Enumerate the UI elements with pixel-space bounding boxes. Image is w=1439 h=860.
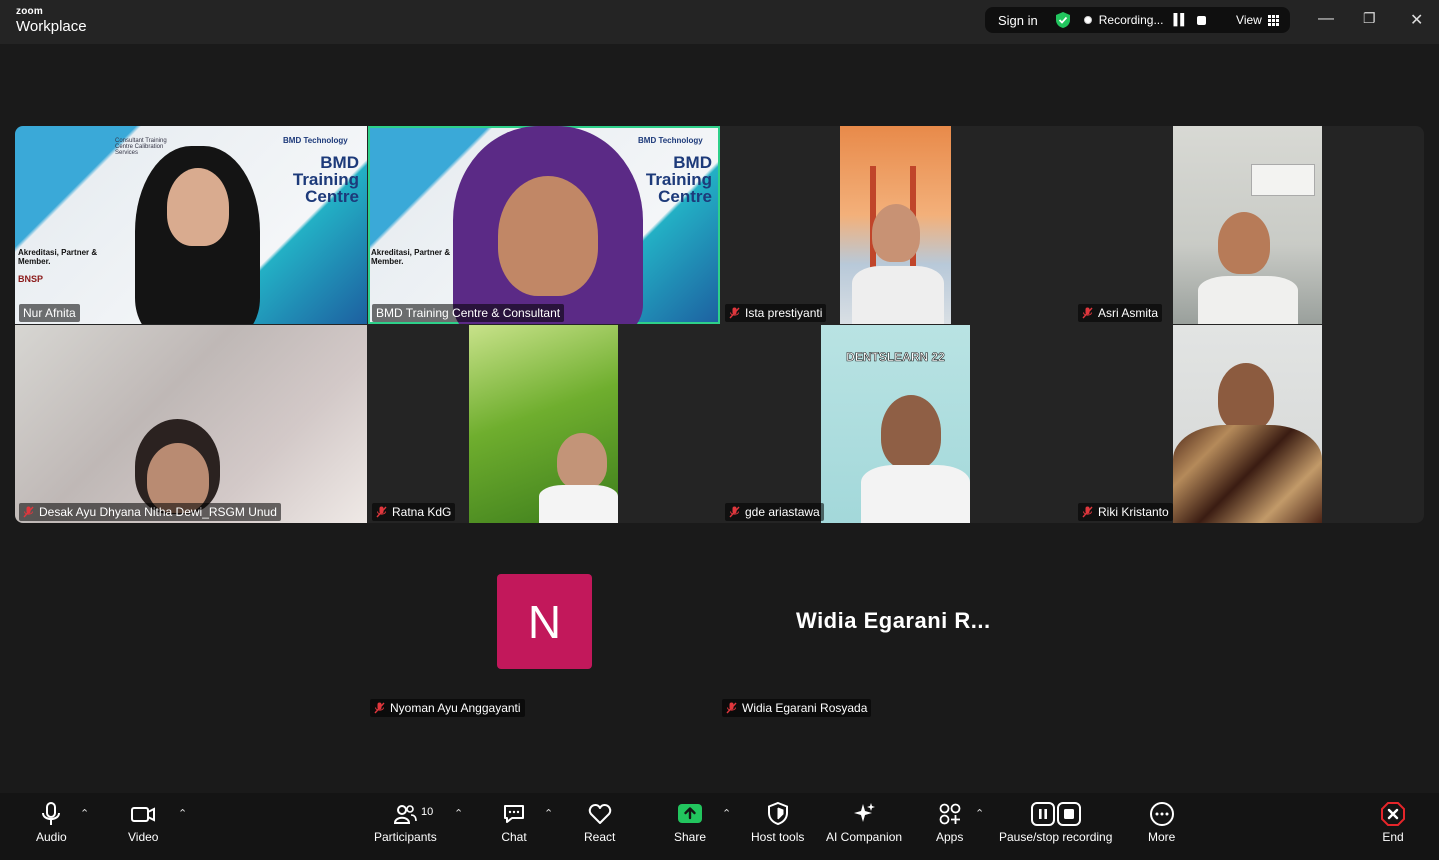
video-gallery: Consultant Training Centre Calibration S… [15, 126, 1424, 523]
participant-name-label: Riki Kristanto [1078, 503, 1173, 521]
participant-name-label: Widia Egarani Rosyada [722, 699, 872, 717]
host-tools-shield-icon [767, 801, 788, 826]
bmd-title-1: BMD [673, 153, 712, 172]
app-logo: zoom Workplace [16, 6, 87, 35]
minimize-icon[interactable]: — [1318, 10, 1334, 28]
face-shape [498, 176, 598, 296]
participant-name-label: Nyoman Ayu Anggayanti [370, 699, 525, 717]
participant-tile-riki-kristanto[interactable]: Riki Kristanto [1074, 325, 1424, 523]
muted-mic-icon [23, 506, 34, 518]
recording-dot-icon [1083, 16, 1092, 24]
encryption-shield-icon[interactable] [1054, 11, 1072, 29]
muted-mic-icon [1082, 307, 1093, 319]
muted-mic-icon [729, 307, 740, 319]
participant-name-label: gde ariastawa [725, 503, 824, 521]
muted-mic-icon [374, 702, 385, 714]
chat-button[interactable]: Chat [501, 801, 527, 844]
bmd-title-3: Centre [305, 187, 359, 206]
participant-name-label: Ratna KdG [372, 503, 456, 521]
participant-tile-bmd-training-centre[interactable]: BMD Technology BMD Training Centre Akred… [368, 126, 720, 324]
participants-icon [394, 805, 418, 824]
participant-name-label: Desak Ayu Dhyana Nitha Dewi_RSGM Unud [19, 503, 281, 521]
apps-icon [939, 803, 961, 825]
bmd-accred-text: Akreditasi, Partner & Member. [371, 248, 451, 266]
ai-companion-button[interactable]: AI Companion [826, 801, 902, 844]
bmd-title: BMD Training Centre [293, 154, 359, 205]
restore-icon[interactable]: ❐ [1363, 10, 1376, 27]
grid-view-icon[interactable] [1267, 14, 1279, 26]
apps-button[interactable]: Apps [936, 801, 963, 844]
participant-video [1173, 126, 1322, 324]
sign-in-button[interactable]: Sign in [998, 13, 1038, 28]
muted-mic-icon [726, 702, 737, 714]
bmd-bnsp-text: BNSP [18, 274, 44, 284]
meeting-toolbar: Audio ⌃ Video ⌃ Participants ⌃ Chat ⌃ Re… [0, 793, 1439, 860]
end-meeting-button[interactable]: End [1380, 801, 1406, 844]
participant-video [469, 325, 618, 523]
muted-mic-icon [1082, 506, 1093, 518]
participants-options-chevron-icon[interactable]: ⌃ [454, 807, 463, 820]
chat-icon [504, 805, 524, 823]
close-icon[interactable]: ✕ [1410, 10, 1423, 30]
chat-options-chevron-icon[interactable]: ⌃ [544, 807, 553, 820]
participant-tile-gde-ariastawa[interactable]: DENTSLEARN 22 gde ariastawa [721, 325, 1073, 523]
more-button[interactable]: More [1148, 801, 1175, 844]
face-shape [167, 168, 229, 246]
more-options-icon [1149, 802, 1174, 826]
title-bar: zoom Workplace Sign in Recording... ▌▌ V… [0, 0, 1439, 44]
bmd-title-3: Centre [658, 187, 712, 206]
bmd-tech-text: BMD Technology [638, 136, 703, 145]
video-button[interactable]: Video [128, 801, 158, 844]
bmd-tech-text: BMD Technology [283, 136, 348, 145]
participant-name-label: Asri Asmita [1078, 304, 1163, 322]
participant-avatar[interactable]: N [497, 574, 592, 669]
participant-video [840, 126, 951, 324]
participant-display-name[interactable]: Widia Egarani R... [796, 608, 991, 634]
end-call-icon [1381, 802, 1405, 826]
ai-sparkle-icon [854, 803, 876, 822]
host-tools-button[interactable]: Host tools [751, 801, 804, 844]
react-button[interactable]: React [584, 801, 615, 844]
participant-name-label: BMD Training Centre & Consultant [372, 304, 565, 322]
bmd-title: BMD Training Centre [646, 154, 712, 205]
microphone-icon [42, 802, 61, 825]
bmd-title-2: Training [645, 170, 712, 189]
meeting-controls-bar: Sign in Recording... ▌▌ View [985, 7, 1290, 33]
participants-count: 10 [421, 806, 434, 818]
share-options-chevron-icon[interactable]: ⌃ [722, 807, 731, 820]
heart-icon [588, 804, 611, 824]
participant-tile-desak-ayu[interactable]: Desak Ayu Dhyana Nitha Dewi_RSGM Unud [15, 325, 367, 523]
participant-tile-ista-prestiyanti[interactable]: Ista prestiyanti [721, 126, 1073, 324]
participant-video: DENTSLEARN 22 [821, 325, 970, 523]
apps-options-chevron-icon[interactable]: ⌃ [975, 807, 984, 820]
audio-button[interactable]: Audio [36, 801, 67, 844]
pause-recording-icon[interactable]: ▌▌ [1173, 14, 1188, 26]
video-options-chevron-icon[interactable]: ⌃ [178, 807, 187, 820]
video-camera-icon [131, 807, 156, 822]
brand-main: Workplace [16, 18, 87, 35]
brand-top: zoom [16, 6, 43, 17]
share-screen-icon [678, 804, 703, 823]
muted-mic-icon [729, 506, 740, 518]
view-button[interactable]: View [1236, 13, 1262, 27]
pause-stop-recording-icon [1030, 802, 1081, 826]
participant-tile-asri-asmita[interactable]: Asri Asmita [1074, 126, 1424, 324]
recording-status[interactable]: Recording... [1099, 13, 1164, 27]
participant-video [1173, 325, 1322, 523]
bmd-consult-text: Consultant Training Centre Calibration S… [115, 138, 167, 156]
participant-name-label: Ista prestiyanti [725, 304, 827, 322]
pause-stop-recording-button[interactable]: Pause/stop recording [999, 801, 1112, 844]
bmd-accred-text: Akreditasi, Partner & Member. [18, 248, 98, 266]
muted-mic-icon [376, 506, 387, 518]
stop-recording-icon[interactable] [1197, 15, 1207, 25]
audio-options-chevron-icon[interactable]: ⌃ [80, 807, 89, 820]
bmd-title-1: BMD [320, 153, 359, 172]
dentslearn-text: DENTSLEARN 22 [846, 350, 945, 365]
participant-tile-ratna-kdg[interactable]: Ratna KdG [368, 325, 720, 523]
bmd-title-2: Training [292, 170, 359, 189]
share-button[interactable]: Share [674, 801, 706, 844]
participant-name-label: Nur Afnita [19, 304, 80, 322]
participant-tile-nur-afnita[interactable]: Consultant Training Centre Calibration S… [15, 126, 367, 324]
